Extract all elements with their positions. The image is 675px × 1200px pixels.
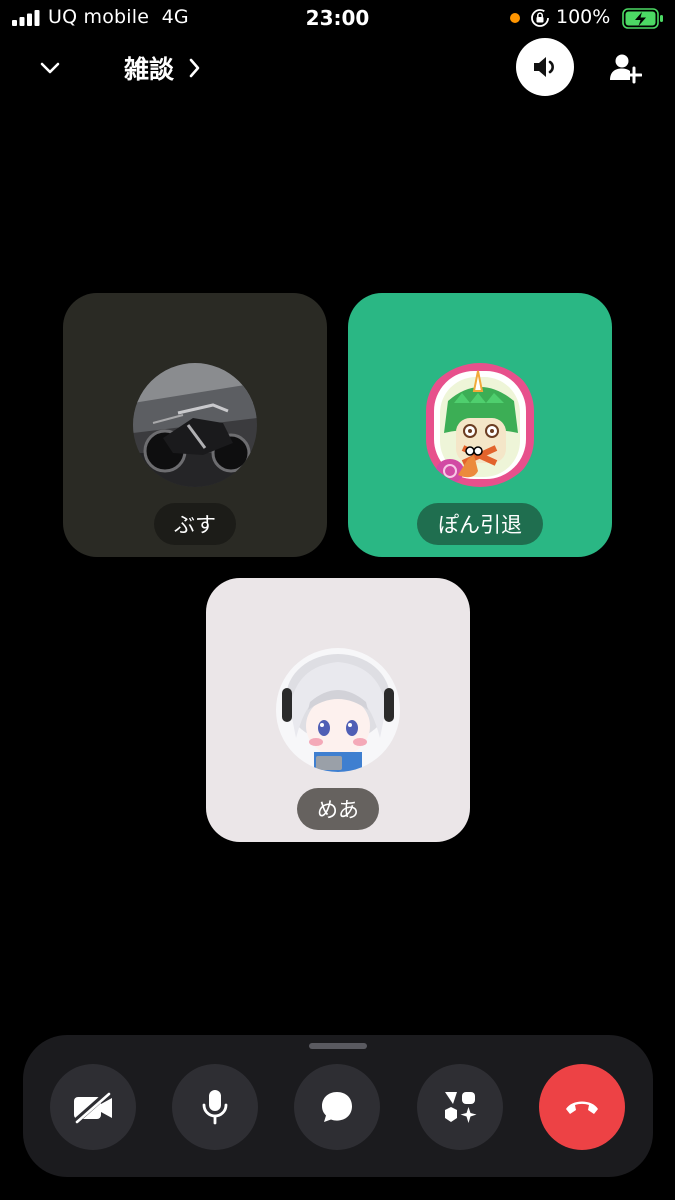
- chat-button[interactable]: [294, 1064, 380, 1150]
- channel-name: 雑談: [124, 55, 175, 84]
- channel-title[interactable]: 雑談: [124, 50, 202, 86]
- status-bar: UQ mobile 4G 23:00 100%: [0, 0, 675, 36]
- activities-icon: [445, 1092, 477, 1123]
- avatar: [133, 363, 257, 487]
- participant-name: ぽん引退: [417, 503, 543, 545]
- motorcycle-photo-avatar: [133, 363, 257, 487]
- camera-toggle-button[interactable]: [50, 1064, 136, 1150]
- hang-up-icon: [566, 1101, 598, 1114]
- chat-bubble-icon: [322, 1092, 352, 1122]
- collapse-button[interactable]: [30, 52, 70, 84]
- activities-button[interactable]: [417, 1064, 503, 1150]
- anime-character-avatar: [276, 648, 400, 772]
- call-header: 雑談: [0, 38, 675, 96]
- drag-handle[interactable]: [309, 1043, 367, 1049]
- voice-call-screen: UQ mobile 4G 23:00 100% 雑談 ぶす ぽん引退 めあ: [0, 0, 675, 1200]
- participant-tile[interactable]: ぶす: [63, 293, 327, 557]
- participant-tile[interactable]: めあ: [206, 578, 470, 842]
- chevron-down-icon: [40, 62, 60, 74]
- camera-off-icon: [72, 1090, 112, 1124]
- participant-name: ぶす: [154, 503, 236, 545]
- avatar: [276, 648, 400, 772]
- microphone-icon: [202, 1090, 228, 1125]
- pixel-art-owl-avatar: [418, 363, 542, 487]
- speaker-button[interactable]: [516, 38, 574, 96]
- battery-percent: 100%: [556, 6, 611, 28]
- add-user-button[interactable]: [604, 48, 646, 88]
- rotation-lock-icon: [531, 9, 549, 27]
- microphone-button[interactable]: [172, 1064, 258, 1150]
- speaker-icon: [534, 57, 554, 77]
- hang-up-button[interactable]: [539, 1064, 625, 1150]
- add-user-icon: [610, 54, 642, 84]
- avatar: [418, 363, 542, 487]
- call-control-bar: [23, 1035, 653, 1177]
- participant-tile[interactable]: ぽん引退: [348, 293, 612, 557]
- privacy-indicator-dot: [510, 13, 520, 23]
- battery-charging-icon: [622, 8, 663, 29]
- chevron-right-icon: [189, 58, 200, 78]
- participant-name: めあ: [297, 788, 379, 830]
